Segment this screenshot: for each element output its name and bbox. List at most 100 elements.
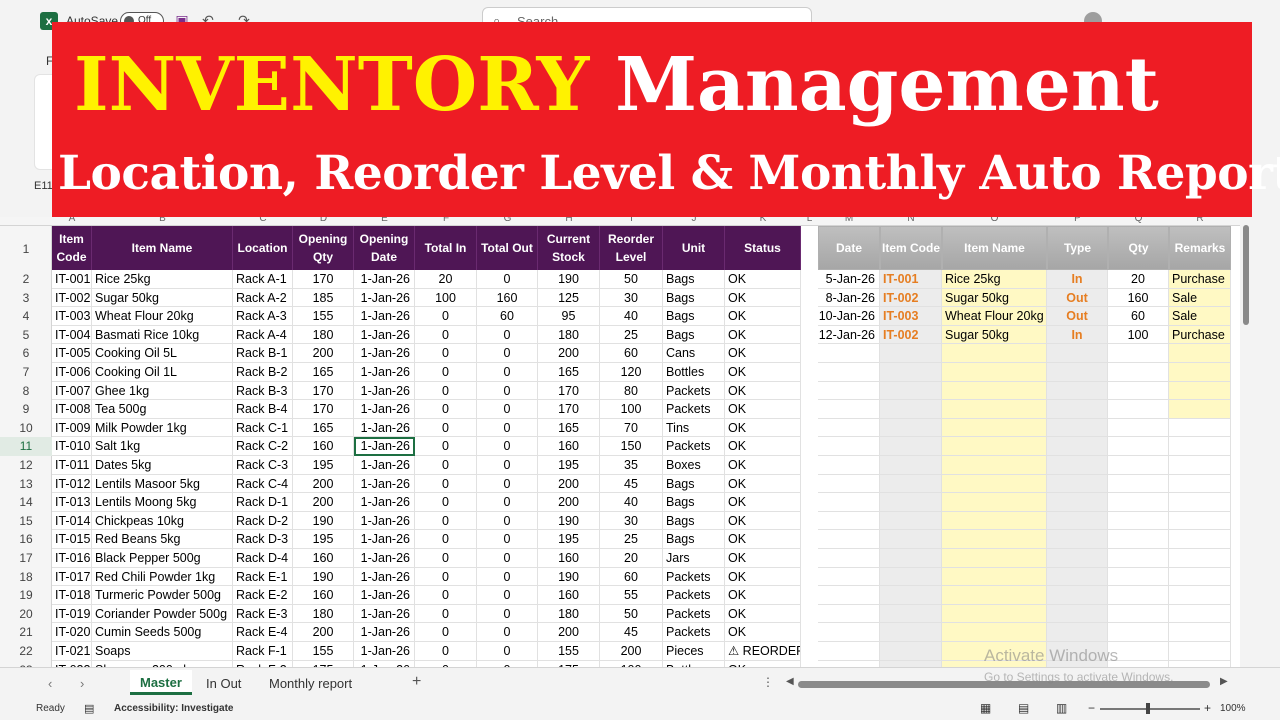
row-header[interactable]: 19 <box>0 586 52 605</box>
table-cell[interactable]: 190 <box>293 511 354 531</box>
table-cell[interactable]: 1-Jan-26 <box>354 604 415 624</box>
empty-cell[interactable] <box>880 642 942 661</box>
table-cell[interactable]: Dates 5kg <box>92 456 233 475</box>
transaction-cell[interactable]: Sugar 50kg <box>942 288 1047 308</box>
empty-cell[interactable] <box>1169 530 1231 549</box>
row-header[interactable]: 11 <box>0 437 52 456</box>
sheet-tab-in-out[interactable]: In Out <box>196 674 251 693</box>
table-cell[interactable]: OK <box>725 623 801 642</box>
table-cell[interactable]: 155 <box>538 642 600 661</box>
master-header-cell[interactable]: Current Stock <box>538 226 600 270</box>
table-cell[interactable]: IT-005 <box>52 344 92 363</box>
table-cell[interactable]: Jars <box>663 549 725 568</box>
table-cell[interactable]: 20 <box>415 270 477 289</box>
table-cell[interactable]: OK <box>725 325 801 345</box>
empty-cell[interactable] <box>880 586 942 605</box>
empty-cell[interactable] <box>818 474 880 494</box>
table-cell[interactable]: 160 <box>477 288 538 308</box>
table-cell[interactable]: 0 <box>415 642 477 661</box>
master-header-cell[interactable]: Item Name <box>92 226 233 270</box>
page-break-icon[interactable]: ▥ <box>1056 701 1067 715</box>
empty-cell[interactable] <box>818 567 880 587</box>
empty-cell[interactable] <box>1047 363 1108 382</box>
table-cell[interactable]: 1-Jan-26 <box>354 530 415 549</box>
empty-cell[interactable] <box>818 456 880 475</box>
empty-cell[interactable] <box>942 418 1047 438</box>
empty-cell[interactable] <box>1169 474 1231 494</box>
row-header[interactable]: 12 <box>0 456 52 475</box>
empty-cell[interactable] <box>818 437 880 456</box>
column-header-h[interactable]: H <box>538 217 600 224</box>
empty-cell[interactable] <box>880 456 942 475</box>
table-cell[interactable]: OK <box>725 567 801 587</box>
table-cell[interactable]: Bags <box>663 270 725 289</box>
table-cell[interactable]: 0 <box>415 363 477 382</box>
table-cell[interactable]: Rack E-1 <box>233 567 293 587</box>
table-cell[interactable]: Rack A-3 <box>233 307 293 326</box>
table-cell[interactable]: 0 <box>415 549 477 568</box>
column-header-o[interactable]: O <box>942 217 1047 224</box>
transaction-header-cell[interactable]: Type <box>1047 226 1108 270</box>
table-cell[interactable]: 170 <box>293 400 354 419</box>
empty-cell[interactable] <box>942 511 1047 531</box>
table-cell[interactable]: 0 <box>415 400 477 419</box>
table-cell[interactable]: IT-007 <box>52 381 92 401</box>
row-header[interactable]: 3 <box>0 289 52 308</box>
transaction-header-cell[interactable]: Remarks <box>1169 226 1231 270</box>
table-cell[interactable]: IT-012 <box>52 474 92 494</box>
master-header-cell[interactable]: Item Code <box>52 226 92 270</box>
empty-cell[interactable] <box>1169 493 1231 512</box>
table-cell[interactable]: Cans <box>663 344 725 363</box>
table-cell[interactable]: 1-Jan-26 <box>354 586 415 605</box>
table-cell[interactable]: 40 <box>600 493 663 512</box>
table-cell[interactable]: OK <box>725 270 801 289</box>
empty-cell[interactable] <box>1108 474 1169 494</box>
table-cell[interactable]: IT-004 <box>52 325 92 345</box>
accessibility-status[interactable]: Accessibility: Investigate <box>114 703 234 714</box>
table-cell[interactable]: 200 <box>293 493 354 512</box>
transaction-cell[interactable]: 100 <box>1108 325 1169 345</box>
table-cell[interactable]: Rack A-2 <box>233 288 293 308</box>
empty-cell[interactable] <box>818 381 880 401</box>
table-cell[interactable]: 160 <box>293 437 354 456</box>
column-header-b[interactable]: B <box>92 217 233 224</box>
table-cell[interactable]: Cooking Oil 5L <box>92 344 233 363</box>
column-header-p[interactable]: P <box>1047 217 1108 224</box>
master-header-cell[interactable]: Reorder Level <box>600 226 663 270</box>
table-cell[interactable]: IT-008 <box>52 400 92 419</box>
table-cell[interactable]: Milk Powder 1kg <box>92 418 233 438</box>
empty-cell[interactable] <box>1108 530 1169 549</box>
table-cell[interactable]: 0 <box>415 381 477 401</box>
empty-cell[interactable] <box>942 400 1047 419</box>
transaction-cell[interactable]: 5-Jan-26 <box>818 270 880 289</box>
transaction-cell[interactable]: IT-002 <box>880 325 942 345</box>
table-cell[interactable]: 195 <box>293 530 354 549</box>
empty-cell[interactable] <box>1108 437 1169 456</box>
empty-cell[interactable] <box>880 400 942 419</box>
vertical-scroll-thumb[interactable] <box>1243 225 1249 325</box>
table-cell[interactable]: 0 <box>415 456 477 475</box>
table-cell[interactable]: 160 <box>538 549 600 568</box>
empty-cell[interactable] <box>818 400 880 419</box>
table-cell[interactable]: 0 <box>477 474 538 494</box>
table-cell[interactable]: OK <box>725 400 801 419</box>
table-cell[interactable]: 60 <box>600 344 663 363</box>
table-cell[interactable]: Rack A-4 <box>233 325 293 345</box>
empty-cell[interactable] <box>1108 604 1169 624</box>
row-header[interactable]: 9 <box>0 400 52 419</box>
table-cell[interactable]: IT-021 <box>52 642 92 661</box>
master-header-cell[interactable]: Total Out <box>477 226 538 270</box>
table-cell[interactable]: Soaps <box>92 642 233 661</box>
row-header[interactable]: 10 <box>0 419 52 438</box>
column-header-a[interactable]: A <box>52 217 92 224</box>
empty-cell[interactable] <box>1169 418 1231 438</box>
table-cell[interactable]: 1-Jan-26 <box>354 381 415 401</box>
table-cell[interactable]: Rack C-2 <box>233 437 293 456</box>
sheet-tab-monthly-report[interactable]: Monthly report <box>259 674 362 693</box>
table-cell[interactable]: 0 <box>415 325 477 345</box>
table-cell[interactable]: Rack D-2 <box>233 511 293 531</box>
table-cell[interactable]: Bags <box>663 493 725 512</box>
table-cell[interactable]: 100 <box>600 400 663 419</box>
table-cell[interactable]: Salt 1kg <box>92 437 233 456</box>
empty-cell[interactable] <box>1047 567 1108 587</box>
